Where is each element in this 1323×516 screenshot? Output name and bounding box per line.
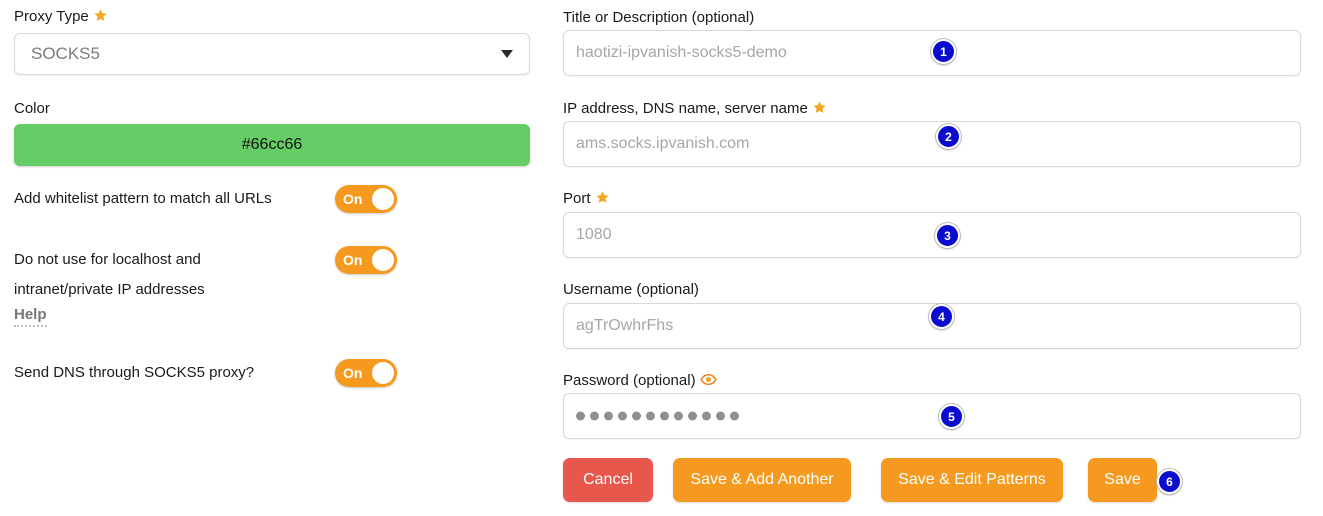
localhost-bypass-label-line2: intranet/private IP addresses (14, 281, 205, 298)
left-column: Proxy Type SOCKS5 Color #66cc66 Add whit… (0, 0, 545, 516)
star-icon (93, 8, 108, 28)
step-badge-5: 5 (939, 404, 964, 429)
password-field-input[interactable] (563, 393, 1301, 439)
color-label: Color (14, 100, 50, 117)
save-button[interactable]: Save (1088, 458, 1157, 502)
save-edit-patterns-button[interactable]: Save & Edit Patterns (881, 458, 1063, 502)
toggle-knob (372, 362, 394, 384)
color-swatch-value: #66cc66 (241, 136, 303, 153)
port-field-placeholder: 1080 (576, 226, 612, 243)
whitelist-pattern-label: Add whitelist pattern to match all URLs (14, 190, 272, 207)
right-column: Title or Description (optional) haotizi-… (563, 0, 1323, 516)
proxy-type-label: Proxy Type (14, 8, 108, 28)
save-add-another-button[interactable]: Save & Add Another (673, 458, 851, 502)
step-badge-2: 2 (936, 124, 961, 149)
proxy-type-label-text: Proxy Type (14, 8, 89, 25)
username-field-label: Username (optional) (563, 281, 699, 298)
host-field-placeholder: ams.socks.ipvanish.com (576, 135, 750, 152)
star-icon (812, 100, 827, 120)
chevron-down-icon (501, 50, 513, 58)
toggle-state-label: On (343, 365, 363, 381)
toggle-knob (372, 188, 394, 210)
toggle-state-label: On (343, 252, 363, 268)
eye-icon[interactable] (699, 372, 717, 392)
star-icon (595, 190, 610, 210)
localhost-bypass-row: Do not use for localhost and intranet/pr… (14, 246, 530, 306)
port-field-label-text: Port (563, 190, 591, 207)
username-field-placeholder: agTrOwhrFhs (576, 317, 674, 334)
port-field-input[interactable]: 1080 (563, 212, 1301, 258)
title-field-label: Title or Description (optional) (563, 9, 755, 26)
step-badge-4: 4 (929, 304, 954, 329)
localhost-bypass-label-line1: Do not use for localhost and (14, 251, 201, 268)
title-field-placeholder: haotizi-ipvanish-socks5-demo (576, 44, 787, 61)
host-field-label: IP address, DNS name, server name (563, 100, 827, 120)
password-field-label-text: Password (optional) (563, 372, 696, 389)
step-badge-1: 1 (931, 39, 956, 64)
send-dns-row: Send DNS through SOCKS5 proxy? On (14, 359, 530, 387)
host-field-label-text: IP address, DNS name, server name (563, 100, 808, 117)
cancel-button[interactable]: Cancel (563, 458, 653, 502)
port-field-label: Port (563, 190, 610, 210)
help-link[interactable]: Help (14, 306, 47, 327)
whitelist-pattern-toggle[interactable]: On (335, 185, 397, 213)
toggle-knob (372, 249, 394, 271)
proxy-type-select[interactable]: SOCKS5 (14, 33, 530, 75)
send-dns-label: Send DNS through SOCKS5 proxy? (14, 364, 255, 381)
whitelist-pattern-row: Add whitelist pattern to match all URLs … (14, 185, 530, 213)
password-masked-value (576, 411, 739, 421)
password-field-label: Password (optional) (563, 372, 717, 392)
toggle-state-label: On (343, 191, 363, 207)
color-swatch-button[interactable]: #66cc66 (14, 124, 530, 166)
localhost-bypass-toggle[interactable]: On (335, 246, 397, 274)
send-dns-toggle[interactable]: On (335, 359, 397, 387)
proxy-type-value: SOCKS5 (31, 44, 100, 63)
step-badge-3: 3 (935, 223, 960, 248)
step-badge-6: 6 (1157, 469, 1182, 494)
host-field-input[interactable]: ams.socks.ipvanish.com (563, 121, 1301, 167)
